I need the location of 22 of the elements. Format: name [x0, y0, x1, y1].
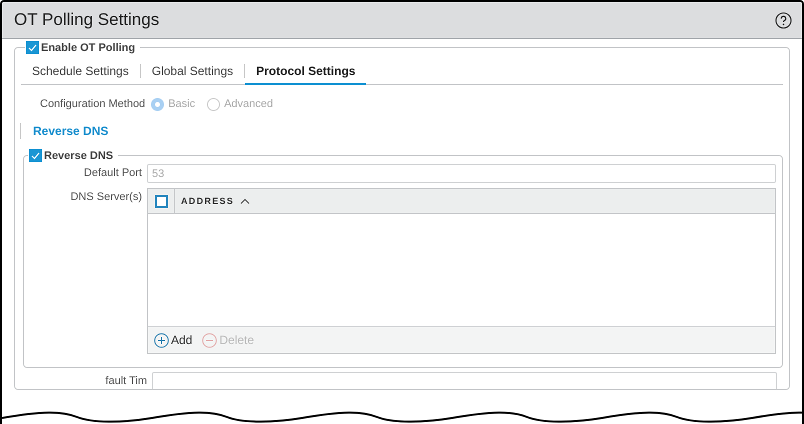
minus-circle-icon	[202, 332, 218, 348]
input-field[interactable]	[152, 372, 777, 389]
field-label: fault Tim	[104, 374, 147, 389]
section-title: Reverse DNS	[33, 124, 108, 138]
checkbox-label: Enable OT Polling	[41, 42, 136, 54]
plus-circle-icon	[154, 332, 169, 348]
sort-caret-icon	[240, 198, 250, 204]
checkbox[interactable]	[154, 194, 168, 208]
column-header[interactable]: ADDRESS	[175, 189, 250, 213]
checkbox[interactable]	[26, 41, 39, 54]
help-icon[interactable]	[775, 12, 792, 28]
field-label: DNS Server(s)	[69, 190, 142, 205]
tab[interactable]: Global Settings	[140, 58, 244, 84]
checkbox-label: Reverse DNS	[44, 150, 114, 162]
tab[interactable]: Protocol Settings	[245, 58, 366, 84]
checkbox[interactable]	[29, 149, 42, 162]
tab[interactable]: Schedule Settings	[21, 58, 140, 84]
add-button[interactable]: Add	[154, 332, 192, 348]
dialog-title: OT Polling Settings	[14, 10, 160, 30]
field-label: Default Port	[82, 166, 142, 181]
port-input-field[interactable]: 53	[147, 164, 776, 183]
field-label: Configuration Method	[40, 98, 146, 110]
